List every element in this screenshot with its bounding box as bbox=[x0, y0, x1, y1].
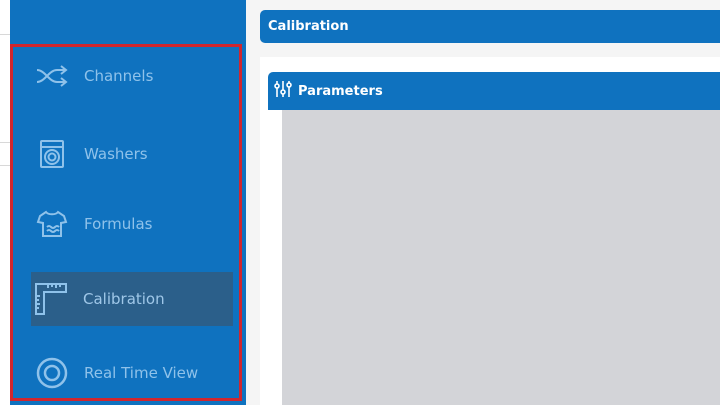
page-title: Calibration bbox=[268, 19, 349, 34]
main-content: Calibration Parameters bbox=[246, 0, 720, 405]
eye-icon bbox=[32, 353, 72, 393]
ruler-icon bbox=[31, 279, 71, 319]
sidebar-item-label: Washers bbox=[84, 145, 148, 163]
sidebar-item-channels[interactable]: Channels bbox=[32, 50, 232, 102]
panel-header: Parameters bbox=[268, 72, 720, 110]
panel-title: Parameters bbox=[298, 83, 383, 99]
sidebar-item-formulas[interactable]: Formulas bbox=[32, 198, 232, 250]
sidebar-item-label: Channels bbox=[84, 67, 154, 85]
sidebar-item-label: Formulas bbox=[84, 215, 153, 233]
shirt-icon bbox=[32, 204, 72, 244]
sliders-icon bbox=[274, 80, 292, 102]
sidebar-item-calibration[interactable]: Calibration bbox=[31, 272, 233, 326]
page-header: Calibration bbox=[260, 10, 720, 43]
washing-machine-icon bbox=[32, 134, 72, 174]
shuffle-icon bbox=[32, 56, 72, 96]
sidebar-item-washers[interactable]: Washers bbox=[32, 128, 232, 180]
parameters-panel-body bbox=[282, 110, 720, 405]
sidebar-item-label: Calibration bbox=[83, 290, 165, 308]
sidebar-item-real-time-view[interactable]: Real Time View bbox=[32, 347, 232, 399]
sidebar-item-label: Real Time View bbox=[84, 364, 199, 382]
